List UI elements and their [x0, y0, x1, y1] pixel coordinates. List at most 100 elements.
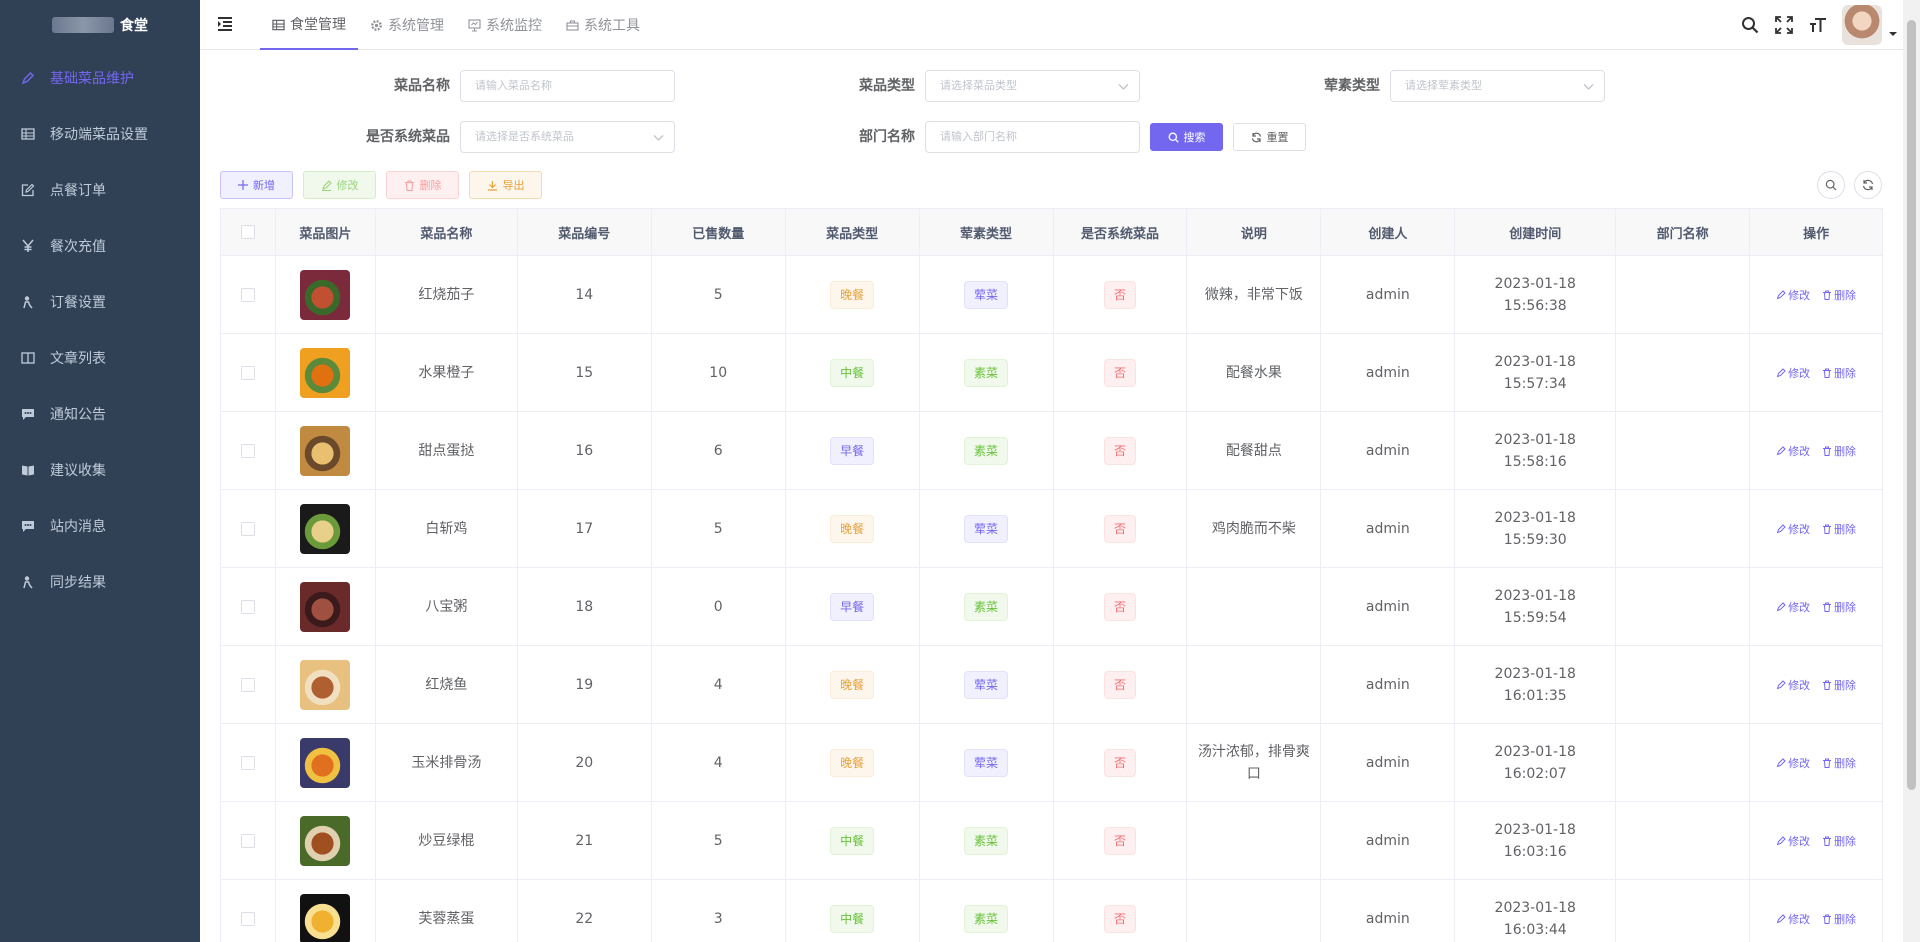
row-checkbox[interactable]	[240, 599, 255, 614]
row-checkbox[interactable]	[240, 755, 255, 770]
row-edit-link[interactable]: 修改	[1776, 443, 1810, 459]
vertical-scrollbar[interactable]	[1903, 0, 1920, 942]
dish-image[interactable]	[300, 815, 351, 866]
top-nav-tab[interactable]: 食堂管理	[260, 0, 358, 50]
sold-count: 5	[652, 256, 786, 333]
dish-image[interactable]	[300, 503, 351, 554]
column-header: 创建人	[1321, 209, 1456, 255]
dish-image[interactable]	[300, 425, 351, 476]
dish-image[interactable]	[300, 581, 351, 632]
dish-type-select[interactable]: 请选择菜品类型	[925, 70, 1140, 102]
logo[interactable]: 食堂	[0, 0, 200, 50]
dish-image[interactable]	[300, 269, 351, 320]
row-delete-link[interactable]: 删除	[1822, 365, 1856, 381]
refresh-button[interactable]	[1854, 171, 1882, 199]
is-system-select[interactable]: 请选择是否系统菜品	[460, 121, 675, 153]
sold-count-text: 5	[713, 520, 723, 537]
reset-button[interactable]: 重置	[1233, 123, 1306, 151]
search-icon[interactable]	[1740, 15, 1760, 35]
top-nav-tab[interactable]: 系统监控	[456, 0, 554, 50]
dish-name: 炒豆绿棍	[376, 802, 518, 879]
dish-image[interactable]	[300, 659, 351, 710]
row-delete-label: 删除	[1834, 522, 1857, 536]
sidebar-item[interactable]: 同步结果	[0, 554, 200, 610]
delete-button[interactable]: 删除	[386, 171, 459, 199]
scrollbar-thumb[interactable]	[1907, 20, 1916, 790]
is-system-tag: 否	[1103, 748, 1136, 777]
sidebar-item[interactable]: 通知公告	[0, 386, 200, 442]
row-delete-link[interactable]: 删除	[1822, 599, 1856, 615]
row-checkbox-cell	[221, 646, 276, 723]
row-checkbox-cell	[221, 256, 276, 333]
row-checkbox[interactable]	[240, 677, 255, 692]
dish-image[interactable]	[300, 737, 351, 788]
top-nav-tab[interactable]: 系统工具	[554, 0, 652, 50]
user-avatar[interactable]	[1842, 5, 1882, 45]
trash-icon	[1823, 524, 1832, 534]
add-button[interactable]: 新增	[220, 171, 293, 199]
meat-type-tag: 荤菜	[964, 514, 1009, 543]
dish-name-text: 玉米排骨汤	[411, 754, 482, 771]
select-all-checkbox[interactable]	[240, 225, 255, 239]
dept-input[interactable]: 请输入部门名称	[925, 121, 1140, 153]
top-nav-tab[interactable]: 系统管理	[358, 0, 456, 50]
chevron-down-icon[interactable]	[1888, 29, 1898, 39]
edit-icon	[1776, 289, 1786, 299]
row-delete-link[interactable]: 删除	[1822, 521, 1856, 537]
row-delete-link[interactable]: 删除	[1822, 287, 1856, 303]
dish-name-text: 炒豆绿棍	[418, 832, 475, 849]
row-delete-link[interactable]: 删除	[1822, 677, 1856, 693]
row-edit-link[interactable]: 修改	[1776, 365, 1810, 381]
row-edit-link[interactable]: 修改	[1776, 833, 1810, 849]
row-checkbox[interactable]	[240, 833, 255, 848]
row-checkbox[interactable]	[240, 287, 255, 302]
row-delete-link[interactable]: 删除	[1822, 833, 1856, 849]
sidebar-item[interactable]: 建议收集	[0, 442, 200, 498]
row-checkbox[interactable]	[240, 365, 255, 380]
font-size-icon[interactable]	[1808, 15, 1828, 35]
top-nav-tabs: 食堂管理 系统管理 系统监控 系统工具	[260, 0, 652, 50]
is-system-cell: 否	[1054, 334, 1188, 411]
hamburger-icon[interactable]	[216, 15, 234, 33]
description	[1187, 802, 1322, 879]
dish-name-input[interactable]: 请输入菜品名称	[460, 70, 675, 102]
row-checkbox[interactable]	[240, 443, 255, 458]
row-edit-label: 修改	[1788, 444, 1811, 458]
dish-image[interactable]	[300, 893, 351, 942]
is-system-tag: 否	[1103, 514, 1136, 543]
row-checkbox[interactable]	[240, 911, 255, 926]
column-header: 菜品编号	[517, 209, 652, 255]
app-title: 食堂	[120, 18, 148, 34]
search-button[interactable]: 搜索	[1150, 123, 1223, 151]
sidebar-item[interactable]: 餐次充值	[0, 218, 200, 274]
sidebar-item[interactable]: 基础菜品维护	[0, 50, 200, 106]
sold-count-text: 6	[713, 442, 723, 459]
row-delete-link[interactable]: 删除	[1822, 911, 1856, 927]
row-edit-link[interactable]: 修改	[1776, 755, 1810, 771]
meat-type-select[interactable]: 请选择荤素类型	[1390, 70, 1605, 102]
row-edit-link[interactable]: 修改	[1776, 287, 1810, 303]
row-edit-link[interactable]: 修改	[1776, 677, 1810, 693]
dish-image[interactable]	[300, 347, 351, 398]
sidebar-item-label: 站内消息	[50, 519, 106, 535]
dish-code-text: 19	[575, 676, 594, 693]
fullscreen-icon[interactable]	[1774, 15, 1794, 35]
sidebar-item[interactable]: 订餐设置	[0, 274, 200, 330]
sidebar-item[interactable]: 文章列表	[0, 330, 200, 386]
create-time: 2023-01-18 15:59:30	[1455, 490, 1617, 567]
sidebar-item[interactable]: 点餐订单	[0, 162, 200, 218]
row-delete-link[interactable]: 删除	[1822, 755, 1856, 771]
edit-button[interactable]: 修改	[303, 171, 376, 199]
row-edit-link[interactable]: 修改	[1776, 911, 1810, 927]
sidebar-item[interactable]: 移动端菜品设置	[0, 106, 200, 162]
row-checkbox[interactable]	[240, 521, 255, 536]
row-edit-link[interactable]: 修改	[1776, 599, 1810, 615]
sold-count-text: 5	[713, 286, 723, 303]
toggle-search-button[interactable]	[1817, 171, 1845, 199]
table-row: 炒豆绿棍 21 5 中餐 素菜 否 admin 2023-01-18 16:03:16 修改 删除	[221, 802, 1884, 880]
row-delete-link[interactable]: 删除	[1822, 443, 1856, 459]
sidebar-item[interactable]: 站内消息	[0, 498, 200, 554]
dish-name: 玉米排骨汤	[376, 724, 518, 801]
export-button[interactable]: 导出	[469, 171, 542, 199]
row-edit-link[interactable]: 修改	[1776, 521, 1810, 537]
